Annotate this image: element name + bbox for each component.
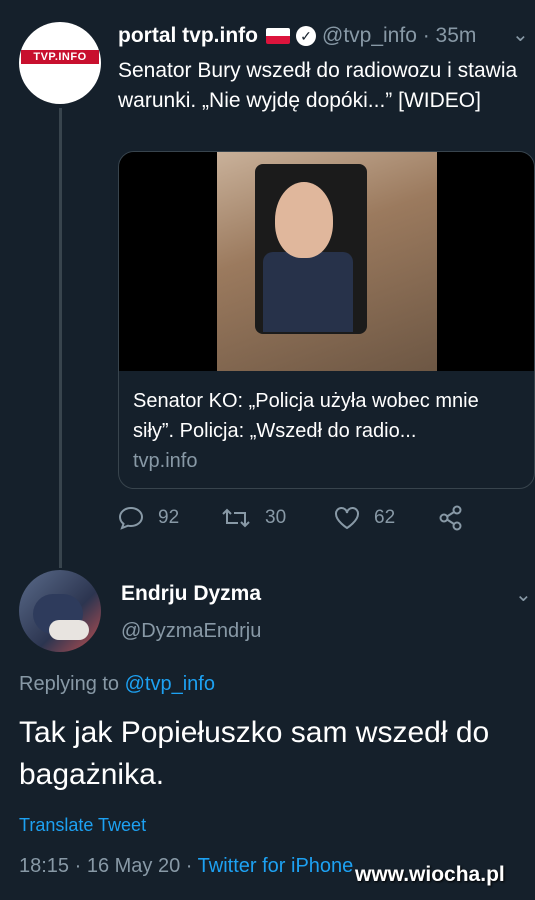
author-handle[interactable]: @DyzmaEndrju <box>121 620 261 643</box>
tweet1-header: portal tvp.info ✓ @tvp_info · 35m <box>118 24 476 48</box>
separator-dot: · <box>74 855 87 877</box>
thread-connector-line <box>59 108 62 568</box>
tweet-timestamp[interactable]: 35m <box>436 24 477 48</box>
translate-tweet-link[interactable]: Translate Tweet <box>19 815 146 836</box>
like-button[interactable]: 62 <box>334 506 438 530</box>
person-body <box>263 252 353 332</box>
retweet-button[interactable]: 30 <box>221 506 334 530</box>
author-name[interactable]: Endrju Dyzma <box>121 582 261 606</box>
verified-badge-icon: ✓ <box>296 26 316 46</box>
video-thumbnail[interactable] <box>217 152 437 371</box>
card-title: Senator KO: „Policja użyła wobec mnie si… <box>133 390 479 442</box>
separator-dot: · <box>185 855 198 877</box>
reply-button[interactable]: 92 <box>118 506 221 530</box>
like-count: 62 <box>374 507 396 528</box>
avatar-tvp-info[interactable]: TVP.INFO <box>19 22 101 104</box>
link-card[interactable]: Senator KO: „Policja użyła wobec mnie si… <box>118 151 535 489</box>
person-face <box>275 182 333 258</box>
separator-dot: · <box>416 24 436 47</box>
tweet1-text: Senator Bury wszedł do radiowozu i stawi… <box>118 59 518 112</box>
author-handle[interactable]: @tvp_info <box>322 24 417 48</box>
tweet1-actions: 92 30 62 <box>118 505 478 531</box>
replying-to-link[interactable]: @tvp_info <box>125 673 215 695</box>
avatar-figure-detail <box>49 620 89 640</box>
card-media[interactable] <box>119 152 534 371</box>
share-button[interactable] <box>438 505 478 531</box>
chevron-down-icon[interactable]: ⌄ <box>515 582 532 607</box>
chevron-down-icon[interactable]: ⌄ <box>512 22 529 47</box>
heart-icon <box>335 507 359 530</box>
card-domain: tvp.info <box>133 450 198 472</box>
polish-flag-icon <box>266 28 290 44</box>
replying-label: Replying to <box>19 673 120 695</box>
tweet2-meta: 18:15 · 16 May 20 · Twitter for iPhone <box>19 855 353 878</box>
reply-icon <box>118 506 144 530</box>
retweet-count: 30 <box>265 507 287 528</box>
reply-count: 92 <box>158 507 180 528</box>
tvp-info-logo: TVP.INFO <box>21 50 99 64</box>
share-icon <box>439 505 462 531</box>
tweet-source[interactable]: Twitter for iPhone <box>198 855 354 877</box>
retweet-icon <box>222 508 250 528</box>
tweet2-text: Tak jak Popiełuszko sam wszedł do bagażn… <box>19 716 490 791</box>
tweet-time[interactable]: 18:15 <box>19 855 69 877</box>
site-watermark: www.wiocha.pl <box>355 863 505 886</box>
tweet-date[interactable]: 16 May 20 <box>87 855 180 877</box>
avatar-endrju-dyzma[interactable] <box>19 570 101 652</box>
replying-to: Replying to @tvp_info <box>19 673 215 696</box>
author-name[interactable]: portal tvp.info <box>118 24 258 48</box>
